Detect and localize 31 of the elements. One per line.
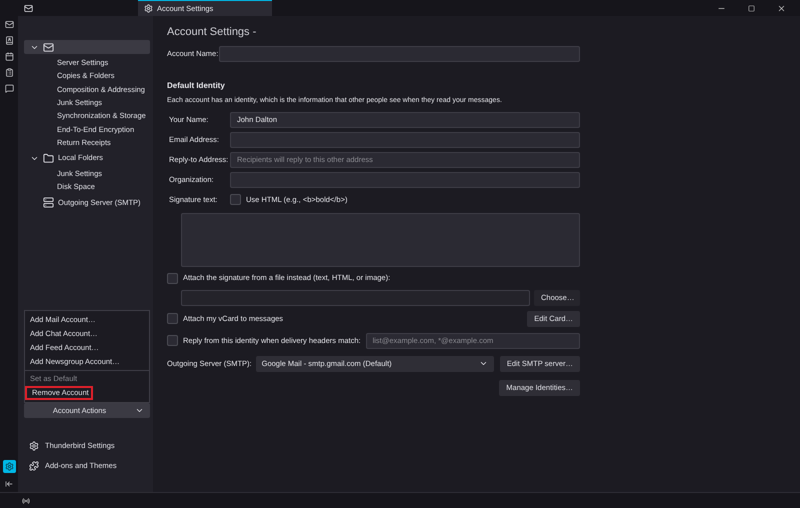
collapse-icon[interactable] (5, 480, 13, 488)
calendar-icon[interactable] (4, 52, 14, 61)
close-icon[interactable] (777, 4, 786, 12)
settings-icon (29, 441, 39, 451)
settings-icon (144, 4, 153, 13)
text-field[interactable] (230, 132, 580, 148)
online-status-icon[interactable] (22, 496, 30, 504)
checkbox[interactable] (167, 335, 178, 346)
page-title: Account Settings - (167, 25, 258, 40)
chevron-down-icon (478, 359, 488, 368)
settings-button[interactable] (2, 460, 16, 473)
section-heading: Default Identity (167, 80, 226, 92)
maximize-icon[interactable] (748, 4, 755, 12)
mail-icon (24, 4, 33, 12)
chat-icon[interactable] (4, 84, 14, 93)
file-path-field[interactable] (181, 290, 530, 306)
text-field[interactable] (230, 172, 580, 188)
folder-icon (43, 152, 54, 164)
puzzle-icon (29, 461, 39, 471)
chevron-down-icon (135, 406, 144, 415)
tasks-icon[interactable] (4, 68, 14, 77)
mail-account-icon (43, 42, 54, 52)
checkbox[interactable] (230, 194, 241, 205)
address-book-icon[interactable] (4, 36, 14, 45)
mail-icon[interactable] (4, 20, 14, 29)
settings-icon (4, 462, 14, 471)
server-icon (43, 197, 54, 208)
checkbox[interactable] (167, 313, 178, 324)
tree-item[interactable] (24, 40, 150, 54)
checkbox[interactable] (167, 272, 178, 284)
account-name-field[interactable] (219, 46, 580, 62)
